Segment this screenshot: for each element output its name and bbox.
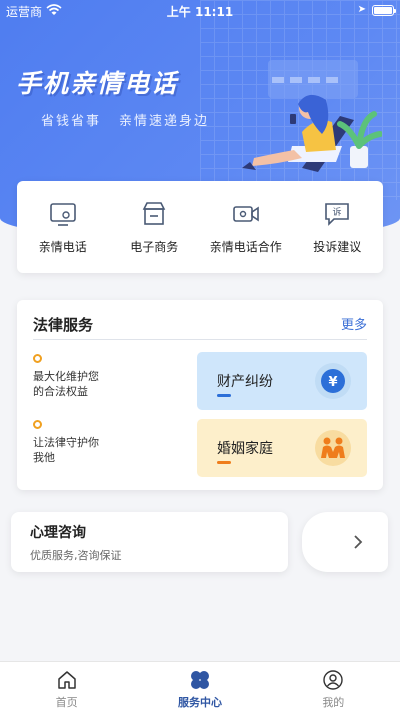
property-dispute-tile[interactable]: 财产纠纷 ¥ bbox=[197, 352, 367, 410]
category-label: 亲情电话合作 bbox=[209, 240, 282, 254]
tab-profile[interactable]: 我的 bbox=[267, 662, 400, 710]
legal-bullet-text: 最大化维护您 的合法权益 bbox=[33, 370, 99, 398]
legal-more-link[interactable]: 更多 bbox=[341, 314, 367, 333]
hero-subtitle-1: 省钱省事 bbox=[41, 114, 102, 129]
category-family-phone[interactable]: 亲情电话 bbox=[17, 181, 109, 273]
category-label: 投诉建议 bbox=[313, 240, 362, 254]
phone-screen-icon bbox=[49, 203, 76, 226]
category-card: 亲情电话 电子商务 亲情电话合作 诉 投诉建议 bbox=[17, 181, 383, 273]
tab-label: 服务中心 bbox=[177, 696, 222, 709]
hero-subtitle: 省钱省事 亲情速递身边 bbox=[41, 110, 227, 129]
service-center-icon bbox=[190, 671, 209, 689]
svg-text:诉: 诉 bbox=[333, 206, 342, 218]
legal-title: 法律服务 bbox=[33, 316, 94, 334]
shop-icon bbox=[142, 202, 166, 225]
yuan-coin-icon: ¥ bbox=[315, 363, 351, 399]
tab-label: 首页 bbox=[55, 696, 78, 709]
home-icon bbox=[57, 671, 76, 689]
complaint-icon: 诉 bbox=[325, 203, 350, 226]
legal-services-card: 法律服务 更多 最大化维护您 的合法权益 让法律守护你 我他 财产纠纷 ¥ 婚姻… bbox=[17, 300, 383, 490]
legal-bullet: 让法律守护你 我他 bbox=[33, 420, 99, 465]
hero-subtitle-2: 亲情速递身边 bbox=[119, 114, 210, 129]
category-complaint[interactable]: 诉 投诉建议 bbox=[292, 181, 384, 273]
legal-bullet: 最大化维护您 的合法权益 bbox=[33, 354, 99, 399]
status-time: 上午 11:11 bbox=[166, 5, 234, 19]
tab-service-center[interactable]: 服务中心 bbox=[133, 662, 266, 710]
woman-on-phone-illustration bbox=[242, 60, 382, 172]
status-bar: 运营商 上午 11:11 ➤ bbox=[0, 0, 400, 22]
battery-icon bbox=[372, 5, 396, 16]
category-ecommerce[interactable]: 电子商务 bbox=[109, 181, 201, 273]
video-camera-icon bbox=[232, 206, 259, 222]
chevron-right-icon bbox=[354, 535, 363, 549]
divider bbox=[33, 339, 367, 340]
couple-icon bbox=[315, 430, 351, 466]
yuan-symbol: ¥ bbox=[328, 375, 337, 390]
category-label: 电子商务 bbox=[130, 240, 179, 254]
tile-underline bbox=[217, 394, 231, 397]
bullet-dot-icon bbox=[33, 420, 42, 429]
bottom-tab-bar: 首页 服务中心 我的 bbox=[0, 661, 400, 710]
tile-underline bbox=[217, 461, 231, 464]
marriage-family-tile[interactable]: 婚姻家庭 bbox=[197, 419, 367, 477]
category-cooperation[interactable]: 亲情电话合作 bbox=[200, 181, 292, 273]
location-arrow-icon: ➤ bbox=[357, 4, 366, 15]
bullet-dot-icon bbox=[33, 354, 42, 363]
category-label: 亲情电话 bbox=[38, 240, 87, 254]
tile-label: 财产纠纷 bbox=[217, 374, 273, 390]
psychology-desc: 优质服务,咨询保证 bbox=[30, 549, 122, 562]
profile-icon bbox=[323, 670, 344, 690]
tile-label: 婚姻家庭 bbox=[217, 441, 273, 457]
tab-home[interactable]: 首页 bbox=[0, 662, 133, 710]
legal-bullet-text: 让法律守护你 我他 bbox=[33, 436, 99, 464]
hero-title: 手机亲情电话 bbox=[16, 69, 179, 98]
psychology-next-button[interactable] bbox=[302, 512, 388, 572]
tab-label: 我的 bbox=[322, 696, 345, 709]
psychology-consult-card[interactable]: 心理咨询 优质服务,咨询保证 bbox=[11, 512, 288, 572]
psychology-title: 心理咨询 bbox=[30, 525, 86, 541]
